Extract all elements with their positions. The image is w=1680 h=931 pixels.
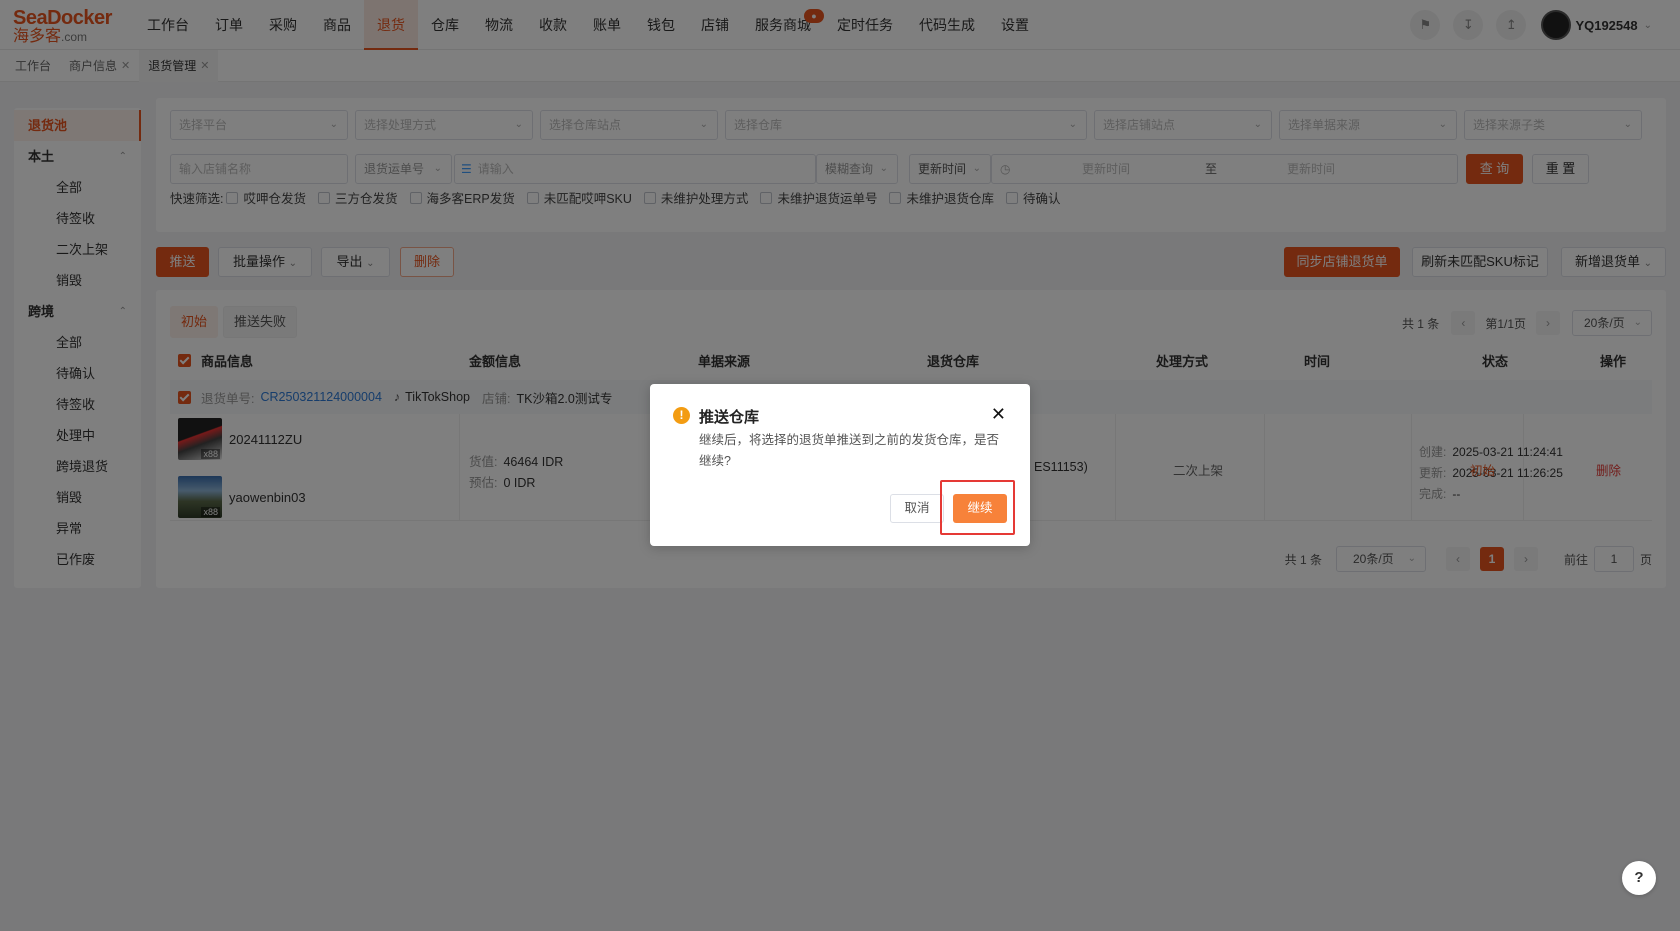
close-icon[interactable]: ✕: [991, 404, 1006, 425]
dialog-message: 继续后，将选择的退货单推送到之前的发货仓库，是否继续?: [699, 433, 1000, 468]
help-button[interactable]: ?: [1622, 861, 1656, 895]
cancel-button[interactable]: 取消: [890, 494, 944, 523]
dialog-title: 推送仓库: [699, 409, 760, 426]
warning-icon: !: [673, 407, 690, 424]
highlight-box: [940, 480, 1015, 535]
push-warehouse-dialog: ! 推送仓库 ✕ 继续后，将选择的退货单推送到之前的发货仓库，是否继续? 取消 …: [650, 384, 1030, 546]
